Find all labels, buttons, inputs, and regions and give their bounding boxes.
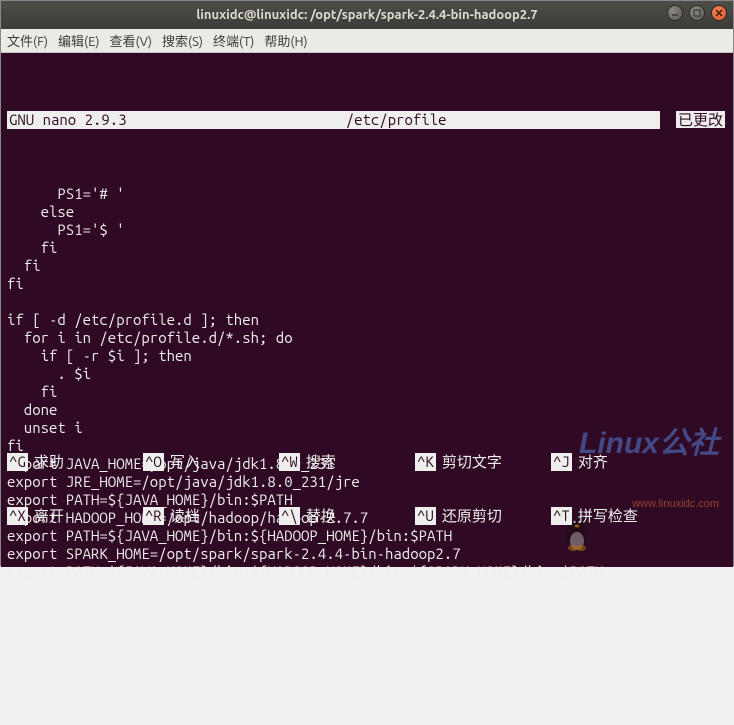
nano-status-wrap: 已更改 [660,111,727,129]
nano-shortcuts: ^G求助 ^O写入 ^W搜索 ^K剪切文字 ^J对齐 ^X离开 ^R读档 ^\替… [7,417,727,561]
menu-view[interactable]: 查看(V) [110,31,152,50]
shortcut-exit: ^X离开 [7,507,115,525]
minimize-button[interactable] [667,5,683,21]
shortcut-spell: ^T拼写检查 [551,507,659,525]
menu-help[interactable]: 帮助(H) [264,31,307,50]
menubar: 文件(F) 编辑(E) 查看(V) 搜索(S) 终端(T) 帮助(H) [1,29,733,53]
shortcut-search: ^W搜索 [279,453,387,471]
close-button[interactable] [711,5,727,21]
window-titlebar: linuxidc@linuxidc: /opt/spark/spark-2.4.… [1,1,733,29]
window-title: linuxidc@linuxidc: /opt/spark/spark-2.4.… [196,8,537,22]
nano-status: 已更改 [676,111,725,128]
menu-file[interactable]: 文件(F) [7,31,48,50]
menu-terminal[interactable]: 终端(T) [213,31,254,50]
close-icon [715,9,723,17]
maximize-icon [693,9,701,17]
terminal[interactable]: GNU nano 2.9.3 /etc/profile 已更改 PS1='# '… [1,53,733,567]
shortcut-justify: ^J对齐 [551,453,659,471]
shortcut-cut: ^K剪切文字 [415,453,523,471]
minimize-icon [671,9,679,17]
shortcut-writeout: ^O写入 [143,453,251,471]
menu-edit[interactable]: 编辑(E) [58,31,99,50]
nano-version: GNU nano 2.9.3 [7,111,133,129]
nano-header: GNU nano 2.9.3 /etc/profile 已更改 [7,111,727,129]
menu-search[interactable]: 搜索(S) [162,31,203,50]
nano-filename: /etc/profile [133,111,660,129]
shortcut-replace: ^\替换 [279,507,387,525]
shortcut-uncut: ^U还原剪切 [415,507,523,525]
shortcut-read: ^R读档 [143,507,251,525]
maximize-button[interactable] [689,5,705,21]
window-controls [667,5,727,21]
shortcut-help: ^G求助 [7,453,115,471]
